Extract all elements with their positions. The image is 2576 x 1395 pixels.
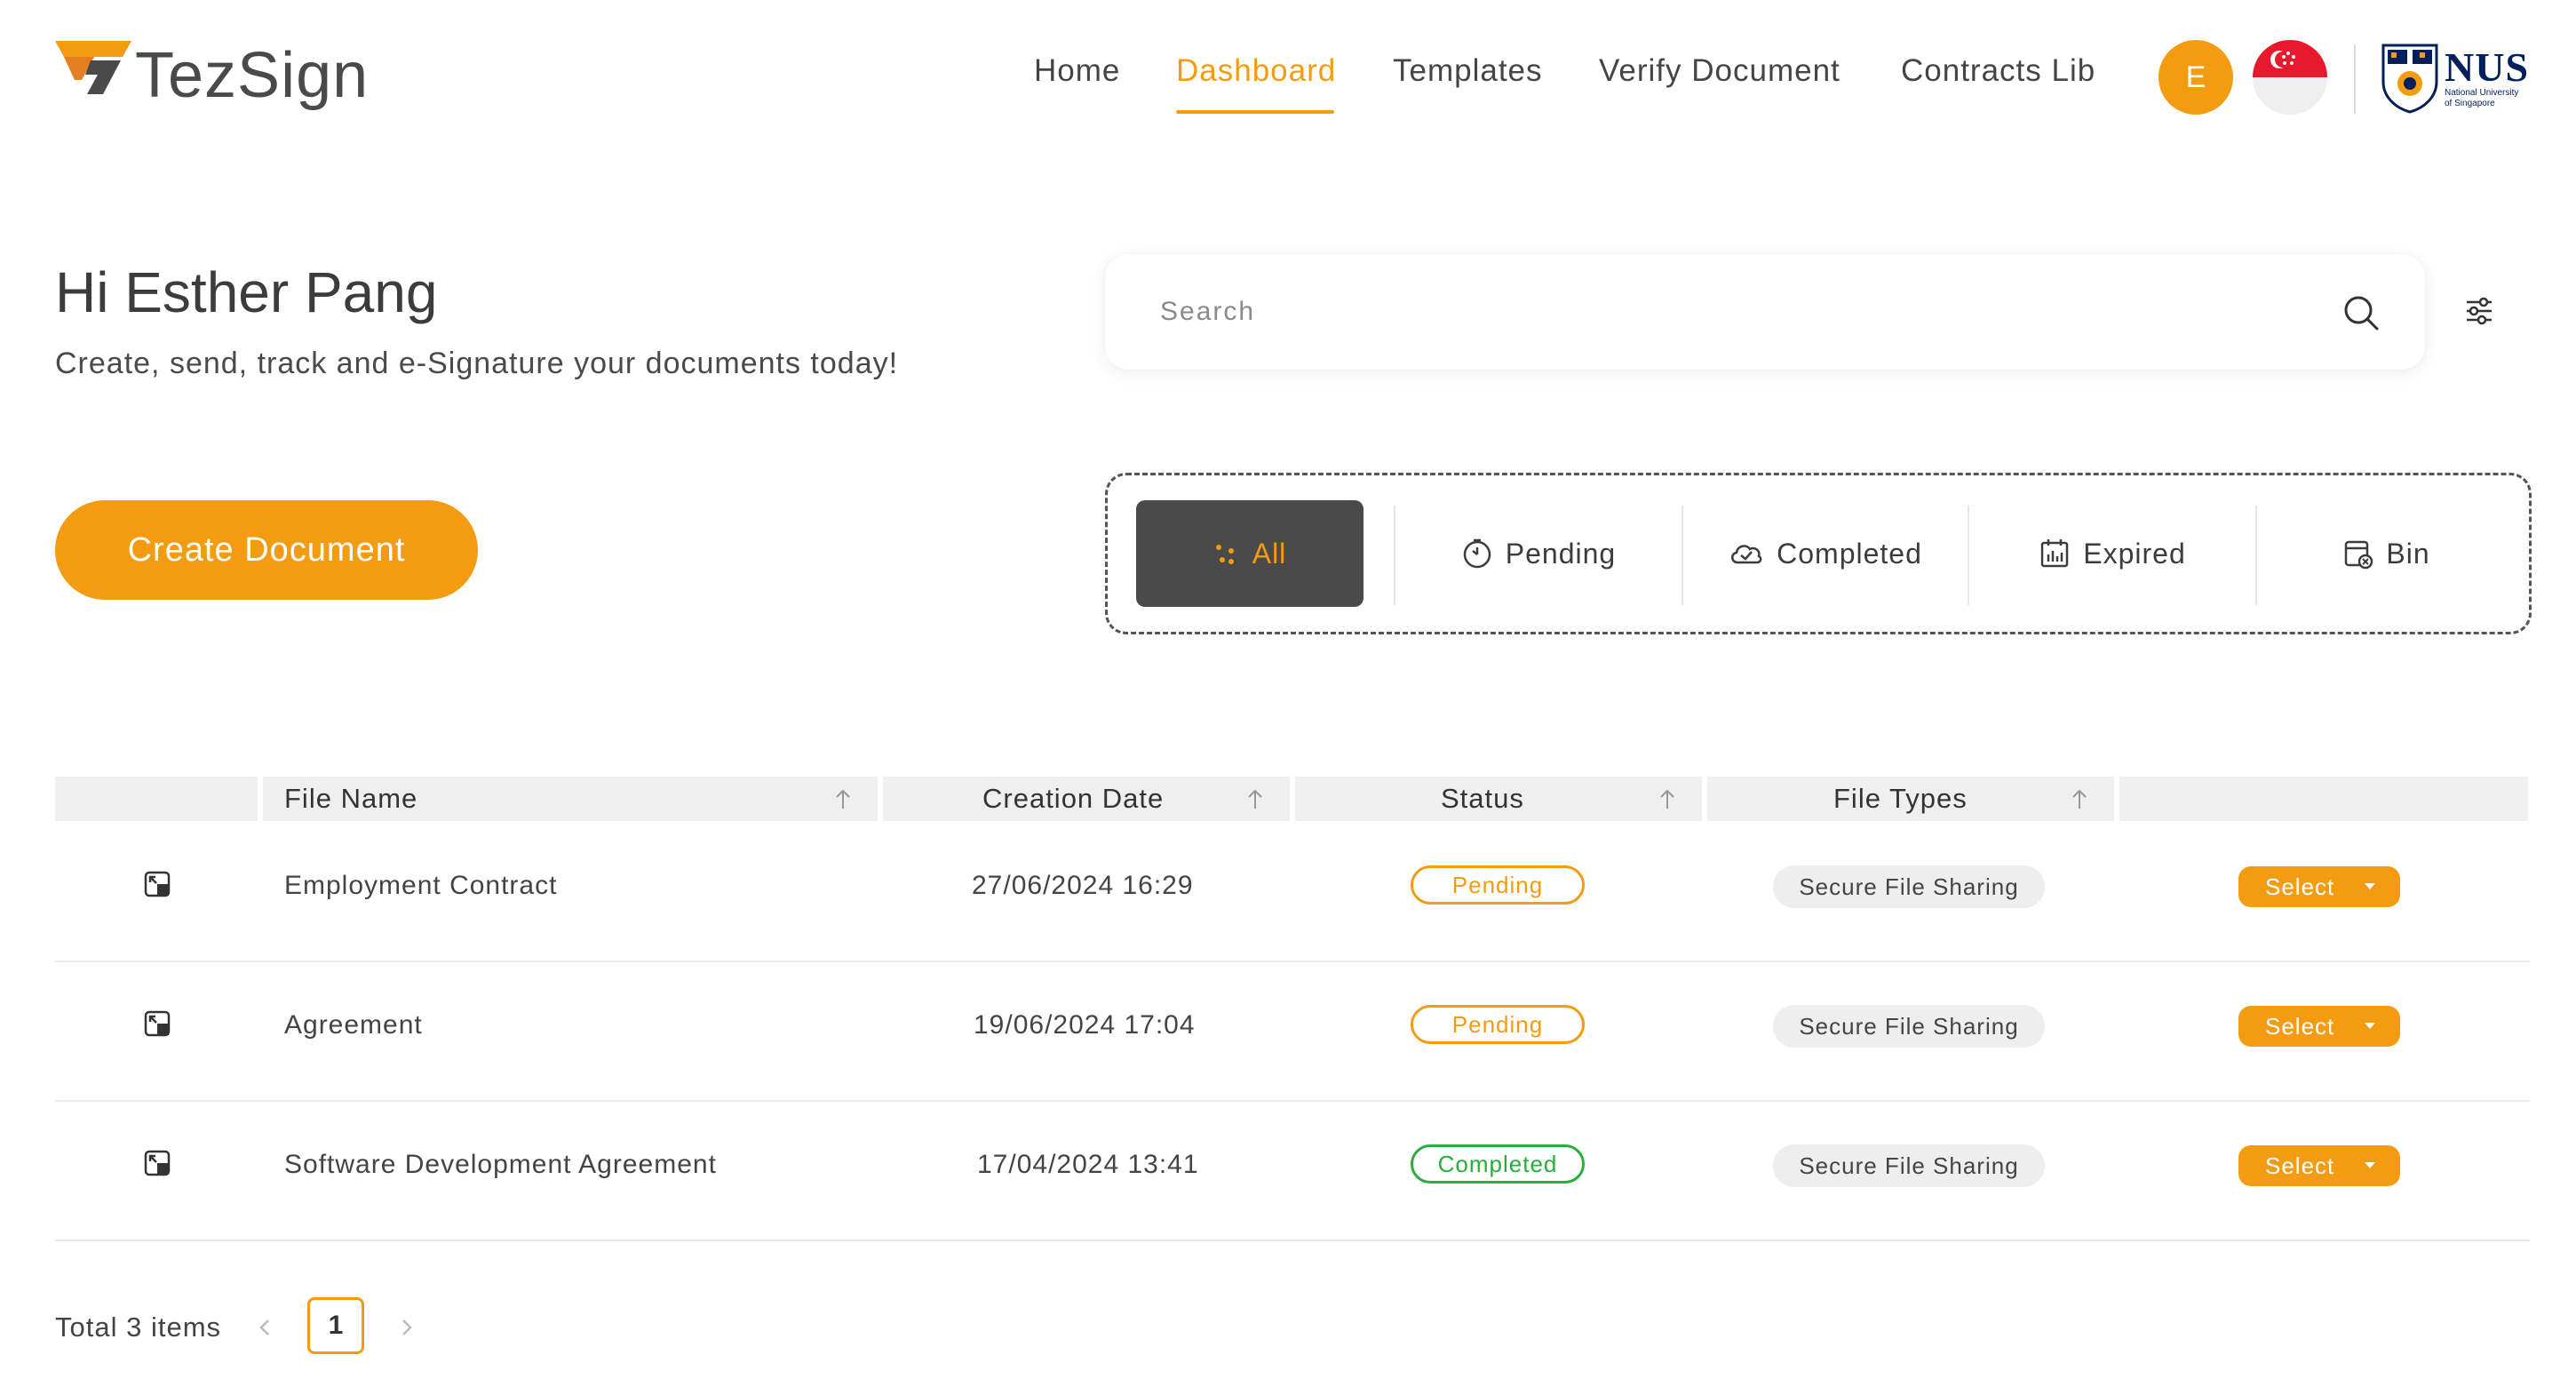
greeting-title: Hi Esther Pang (55, 260, 438, 324)
file-type-badge: Secure File Sharing (1773, 1144, 2045, 1187)
table-header-select (55, 777, 258, 821)
nav-verify-document[interactable]: Verify Document (1599, 53, 1841, 89)
user-avatar[interactable]: E (2159, 40, 2233, 115)
search-icon[interactable] (2341, 293, 2381, 332)
page-number-current[interactable]: 1 (307, 1297, 364, 1354)
tab-all[interactable]: All (1136, 500, 1364, 607)
nus-subtitle-1: National University (2445, 88, 2519, 98)
status-badge: Pending (1411, 865, 1585, 905)
tezsign-logo-icon (55, 41, 131, 94)
tab-pending-label: Pending (1505, 537, 1617, 570)
row-divider (55, 1100, 2530, 1102)
app-logo[interactable]: TezSign (55, 36, 369, 116)
status-badge: Completed (1411, 1144, 1585, 1184)
sort-arrow-icon[interactable] (2070, 787, 2089, 810)
nus-name: NUS (2445, 44, 2530, 90)
table-header-file-types[interactable]: File Types (1707, 777, 2114, 821)
tab-bin-label: Bin (2386, 537, 2430, 570)
nus-logo: NUS National University of Singapore (2381, 36, 2540, 121)
row-divider (55, 961, 2530, 962)
nav-templates[interactable]: Templates (1393, 53, 1543, 89)
status-badge: Pending (1411, 1005, 1585, 1044)
table-header-creation-date[interactable]: Creation Date (883, 777, 1290, 821)
nav-active-indicator (1176, 110, 1334, 114)
select-action-button[interactable]: Select (2238, 866, 2400, 907)
header-divider (2354, 44, 2356, 114)
document-icon[interactable] (144, 871, 171, 897)
app-name: TezSign (135, 40, 370, 111)
sort-arrow-icon[interactable] (1245, 787, 1265, 810)
sort-arrow-icon[interactable] (833, 787, 853, 810)
clock-icon (1463, 538, 1491, 569)
table-header-actions (2119, 777, 2528, 821)
crescent-stars-icon (2270, 51, 2295, 68)
dots-icon (1215, 545, 1234, 564)
file-name: Software Development Agreement (284, 1150, 717, 1179)
select-action-button[interactable]: Select (2238, 1145, 2400, 1186)
caret-down-icon (2365, 1023, 2375, 1029)
caret-down-icon (2365, 883, 2375, 889)
sort-arrow-icon[interactable] (1658, 787, 1677, 810)
file-type-badge: Secure File Sharing (1773, 1005, 2045, 1048)
select-action-button[interactable]: Select (2238, 1006, 2400, 1047)
file-name: Agreement (284, 1010, 423, 1040)
nav-contracts-lib[interactable]: Contracts Lib (1901, 53, 2095, 89)
creation-date: 19/06/2024 17:04 (974, 1010, 1196, 1040)
greeting-subtitle: Create, send, track and e-Signature your… (55, 347, 899, 380)
tab-bin[interactable]: Bin (2257, 500, 2515, 607)
singapore-flag-icon[interactable] (2253, 40, 2327, 115)
search-box (1105, 254, 2425, 370)
search-input[interactable] (1160, 290, 2226, 334)
tab-all-label: All (1252, 537, 1287, 570)
row-divider (55, 1240, 2530, 1241)
tab-expired-label: Expired (2083, 537, 2186, 570)
tab-completed[interactable]: Completed (1683, 500, 1968, 607)
nus-crest-icon (2381, 44, 2438, 114)
table-header-file-name[interactable]: File Name (263, 777, 878, 821)
chevron-right-icon[interactable] (398, 1315, 416, 1340)
nav-home[interactable]: Home (1034, 53, 1120, 89)
filter-settings-icon[interactable] (2464, 296, 2494, 326)
status-tabs: All Pending Completed Expired Bin (1105, 473, 2532, 634)
creation-date: 17/04/2024 13:41 (977, 1150, 1199, 1179)
document-icon[interactable] (144, 1010, 171, 1037)
nav-dashboard[interactable]: Dashboard (1176, 53, 1336, 89)
document-icon[interactable] (144, 1150, 171, 1176)
file-type-badge: Secure File Sharing (1773, 865, 2045, 908)
bin-icon (2345, 540, 2373, 570)
nus-subtitle-2: of Singapore (2445, 99, 2495, 108)
table-header-status[interactable]: Status (1295, 777, 1702, 821)
cloud-check-icon (1731, 545, 1762, 564)
tab-pending[interactable]: Pending (1395, 500, 1682, 607)
tab-completed-label: Completed (1777, 537, 1922, 570)
tab-expired[interactable]: Expired (1969, 500, 2255, 607)
chevron-left-icon[interactable] (256, 1315, 274, 1340)
create-document-button[interactable]: Create Document (55, 500, 478, 600)
total-items-label: Total 3 items (55, 1311, 222, 1343)
calendar-chart-icon (2041, 539, 2069, 568)
file-name: Employment Contract (284, 871, 558, 900)
caret-down-icon (2365, 1162, 2375, 1168)
creation-date: 27/06/2024 16:29 (972, 871, 1194, 900)
